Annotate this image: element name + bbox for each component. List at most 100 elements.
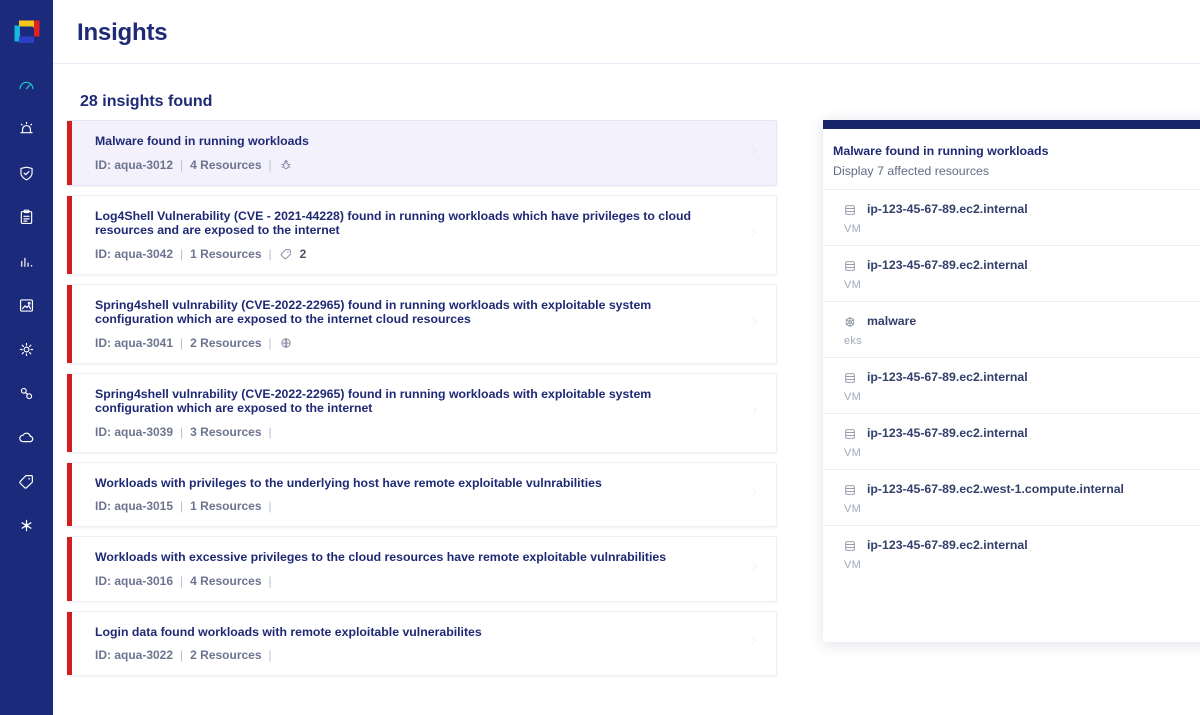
- kubernetes-icon: [843, 315, 857, 329]
- insight-card[interactable]: Spring4shell vulnrability (CVE-2022-2296…: [67, 373, 777, 453]
- insight-meta: ID: aqua-3022|2 Resources|: [95, 648, 746, 662]
- insight-id: ID: aqua-3041: [95, 336, 173, 350]
- insight-resource-count: 4 Resources: [190, 574, 261, 588]
- insight-meta: ID: aqua-3041|2 Resources|: [95, 336, 746, 350]
- insight-id: ID: aqua-3016: [95, 574, 173, 588]
- insights-page: Insights Labels (2) ▾ 28 insights found …: [0, 0, 1200, 715]
- insight-card[interactable]: Spring4shell vulnrability (CVE-2022-2296…: [67, 284, 777, 364]
- panel-header: Malware found in running workloads Displ…: [823, 129, 1200, 189]
- panel-title: Malware found in running workloads: [833, 143, 1200, 159]
- resource-row[interactable]: ip-123-45-67-89.ec2.internal VM: [823, 189, 1200, 245]
- resource-row[interactable]: malwareeks: [823, 301, 1200, 357]
- labels-filter-dropdown[interactable]: Labels (2) ▾: [977, 45, 1035, 57]
- resource-kind: VM: [844, 503, 1200, 515]
- chevron-right-icon[interactable]: [746, 313, 762, 334]
- insight-id: ID: aqua-3015: [95, 499, 173, 513]
- meta-separator: |: [180, 574, 183, 588]
- meta-separator: |: [180, 247, 183, 261]
- results-count: 28 insights found: [80, 93, 212, 111]
- resource-kind: VM: [844, 223, 1200, 235]
- page-title: Insights: [77, 19, 167, 47]
- resource-row[interactable]: ip-123-45-67-89.ec2.internalVM: [823, 357, 1200, 413]
- sidebar-item-integrations[interactable]: [0, 371, 53, 415]
- insight-icon-count: 2: [300, 247, 307, 261]
- resource-name: ip-123-45-67-89.ec2.west-1.compute.inter…: [867, 482, 1124, 497]
- insight-card[interactable]: Malware found in running workloads ID: aq…: [67, 120, 777, 186]
- insight-id: ID: aqua-3012: [95, 158, 173, 172]
- resource-row[interactable]: ip-123-45-67-89.ec2.internalVM: [823, 525, 1200, 581]
- meta-separator: |: [269, 336, 272, 350]
- insight-title: Workloads with privileges to the underly…: [95, 476, 715, 491]
- page-header: Insights Labels (2) ▾: [53, 0, 1200, 64]
- insight-id: ID: aqua-3042: [95, 247, 173, 261]
- alarm-icon: [17, 120, 36, 139]
- insight-meta: ID: aqua-3015|1 Resources|: [95, 499, 746, 513]
- resource-row[interactable]: ip-123-45-67-89.ec2.west-1.compute.inter…: [823, 469, 1200, 525]
- resource-name-row: ip-123-45-67-89.ec2.internal: [843, 426, 1200, 441]
- sidebar-item-workloads[interactable]: [0, 327, 53, 371]
- chevron-right-icon[interactable]: [746, 558, 762, 579]
- gauge-icon: [17, 76, 36, 95]
- chevron-right-icon[interactable]: [746, 224, 762, 245]
- sidebar-item-settings[interactable]: [0, 503, 53, 547]
- sidebar-item-labels[interactable]: [0, 459, 53, 503]
- sidebar-item-compliance[interactable]: [0, 195, 53, 239]
- insight-title: Spring4shell vulnrability (CVE-2022-2296…: [95, 298, 715, 327]
- resource-kind: VM: [844, 391, 1200, 403]
- insight-meta: ID: aqua-3012|4 Resources|: [95, 158, 746, 172]
- resource-name: ip-123-45-67-89.ec2.internal: [867, 258, 1028, 273]
- tag-icon: [17, 472, 36, 491]
- server-icon: [843, 259, 857, 273]
- sidebar-item-cloud[interactable]: [0, 415, 53, 459]
- cloud-icon: [17, 428, 36, 447]
- globe-icon: [279, 336, 293, 350]
- server-icon: [843, 203, 857, 217]
- chevron-right-icon[interactable]: [746, 142, 762, 163]
- meta-separator: |: [180, 648, 183, 662]
- link-chain-icon: [17, 384, 36, 403]
- resource-name: ip-123-45-67-89.ec2.internal: [867, 426, 1028, 441]
- tools-icon: [17, 516, 36, 535]
- meta-separator: |: [180, 336, 183, 350]
- insight-title: Workloads with excessive privileges to t…: [95, 550, 715, 565]
- insight-resource-count: 1 Resources: [190, 499, 261, 513]
- chevron-right-icon[interactable]: [746, 633, 762, 654]
- insight-resource-count: 2 Resources: [190, 648, 261, 662]
- insight-resource-count: 1 Resources: [190, 247, 261, 261]
- sidebar-item-security[interactable]: [0, 151, 53, 195]
- insight-title: Log4Shell Vulnerability (CVE - 2021-4422…: [95, 209, 715, 238]
- shield-check-icon: [17, 164, 36, 183]
- insight-id: ID: aqua-3039: [95, 425, 173, 439]
- insight-card[interactable]: Workloads with privileges to the underly…: [67, 462, 777, 528]
- aqua-logo[interactable]: [0, 0, 53, 63]
- meta-separator: |: [180, 425, 183, 439]
- server-icon: [843, 371, 857, 385]
- resource-row[interactable]: ip-123-45-67-89.ec2.internalVM: [823, 413, 1200, 469]
- insight-resource-count: 3 Resources: [190, 425, 261, 439]
- meta-separator: |: [269, 574, 272, 588]
- insight-card[interactable]: Workloads with excessive privileges to t…: [67, 536, 777, 602]
- sidebar-item-dashboard[interactable]: [0, 63, 53, 107]
- resource-name: ip-123-45-67-89.ec2.internal: [867, 202, 1028, 217]
- insight-list: Malware found in running workloads ID: aq…: [67, 120, 777, 685]
- sidebar-item-reports[interactable]: [0, 239, 53, 283]
- insight-title: Spring4shell vulnrability (CVE-2022-2296…: [95, 387, 715, 416]
- insight-id: ID: aqua-3022: [95, 648, 173, 662]
- insight-meta: ID: aqua-3039|3 Resources|: [95, 425, 746, 439]
- insight-title: Malware found in running workloads: [95, 134, 715, 149]
- chevron-right-icon[interactable]: [746, 402, 762, 423]
- resource-row[interactable]: ip-123-45-67-89.ec2.internalVM: [823, 245, 1200, 301]
- sidebar-item-images[interactable]: [0, 283, 53, 327]
- sidebar-item-alerts[interactable]: [0, 107, 53, 151]
- main-sidebar: [0, 0, 53, 715]
- insight-card[interactable]: Login data found workloads with remote e…: [67, 611, 777, 677]
- clipboard-icon: [17, 208, 36, 227]
- insight-card[interactable]: Log4Shell Vulnerability (CVE - 2021-4422…: [67, 195, 777, 275]
- resource-name: ip-123-45-67-89.ec2.internal: [867, 538, 1028, 553]
- meta-separator: |: [269, 247, 272, 261]
- chevron-right-icon[interactable]: [746, 484, 762, 505]
- bar-chart-icon: [17, 252, 36, 271]
- image-frame-icon: [17, 296, 36, 315]
- resource-name-row: malware: [843, 314, 1200, 329]
- tag-icon: [279, 247, 293, 261]
